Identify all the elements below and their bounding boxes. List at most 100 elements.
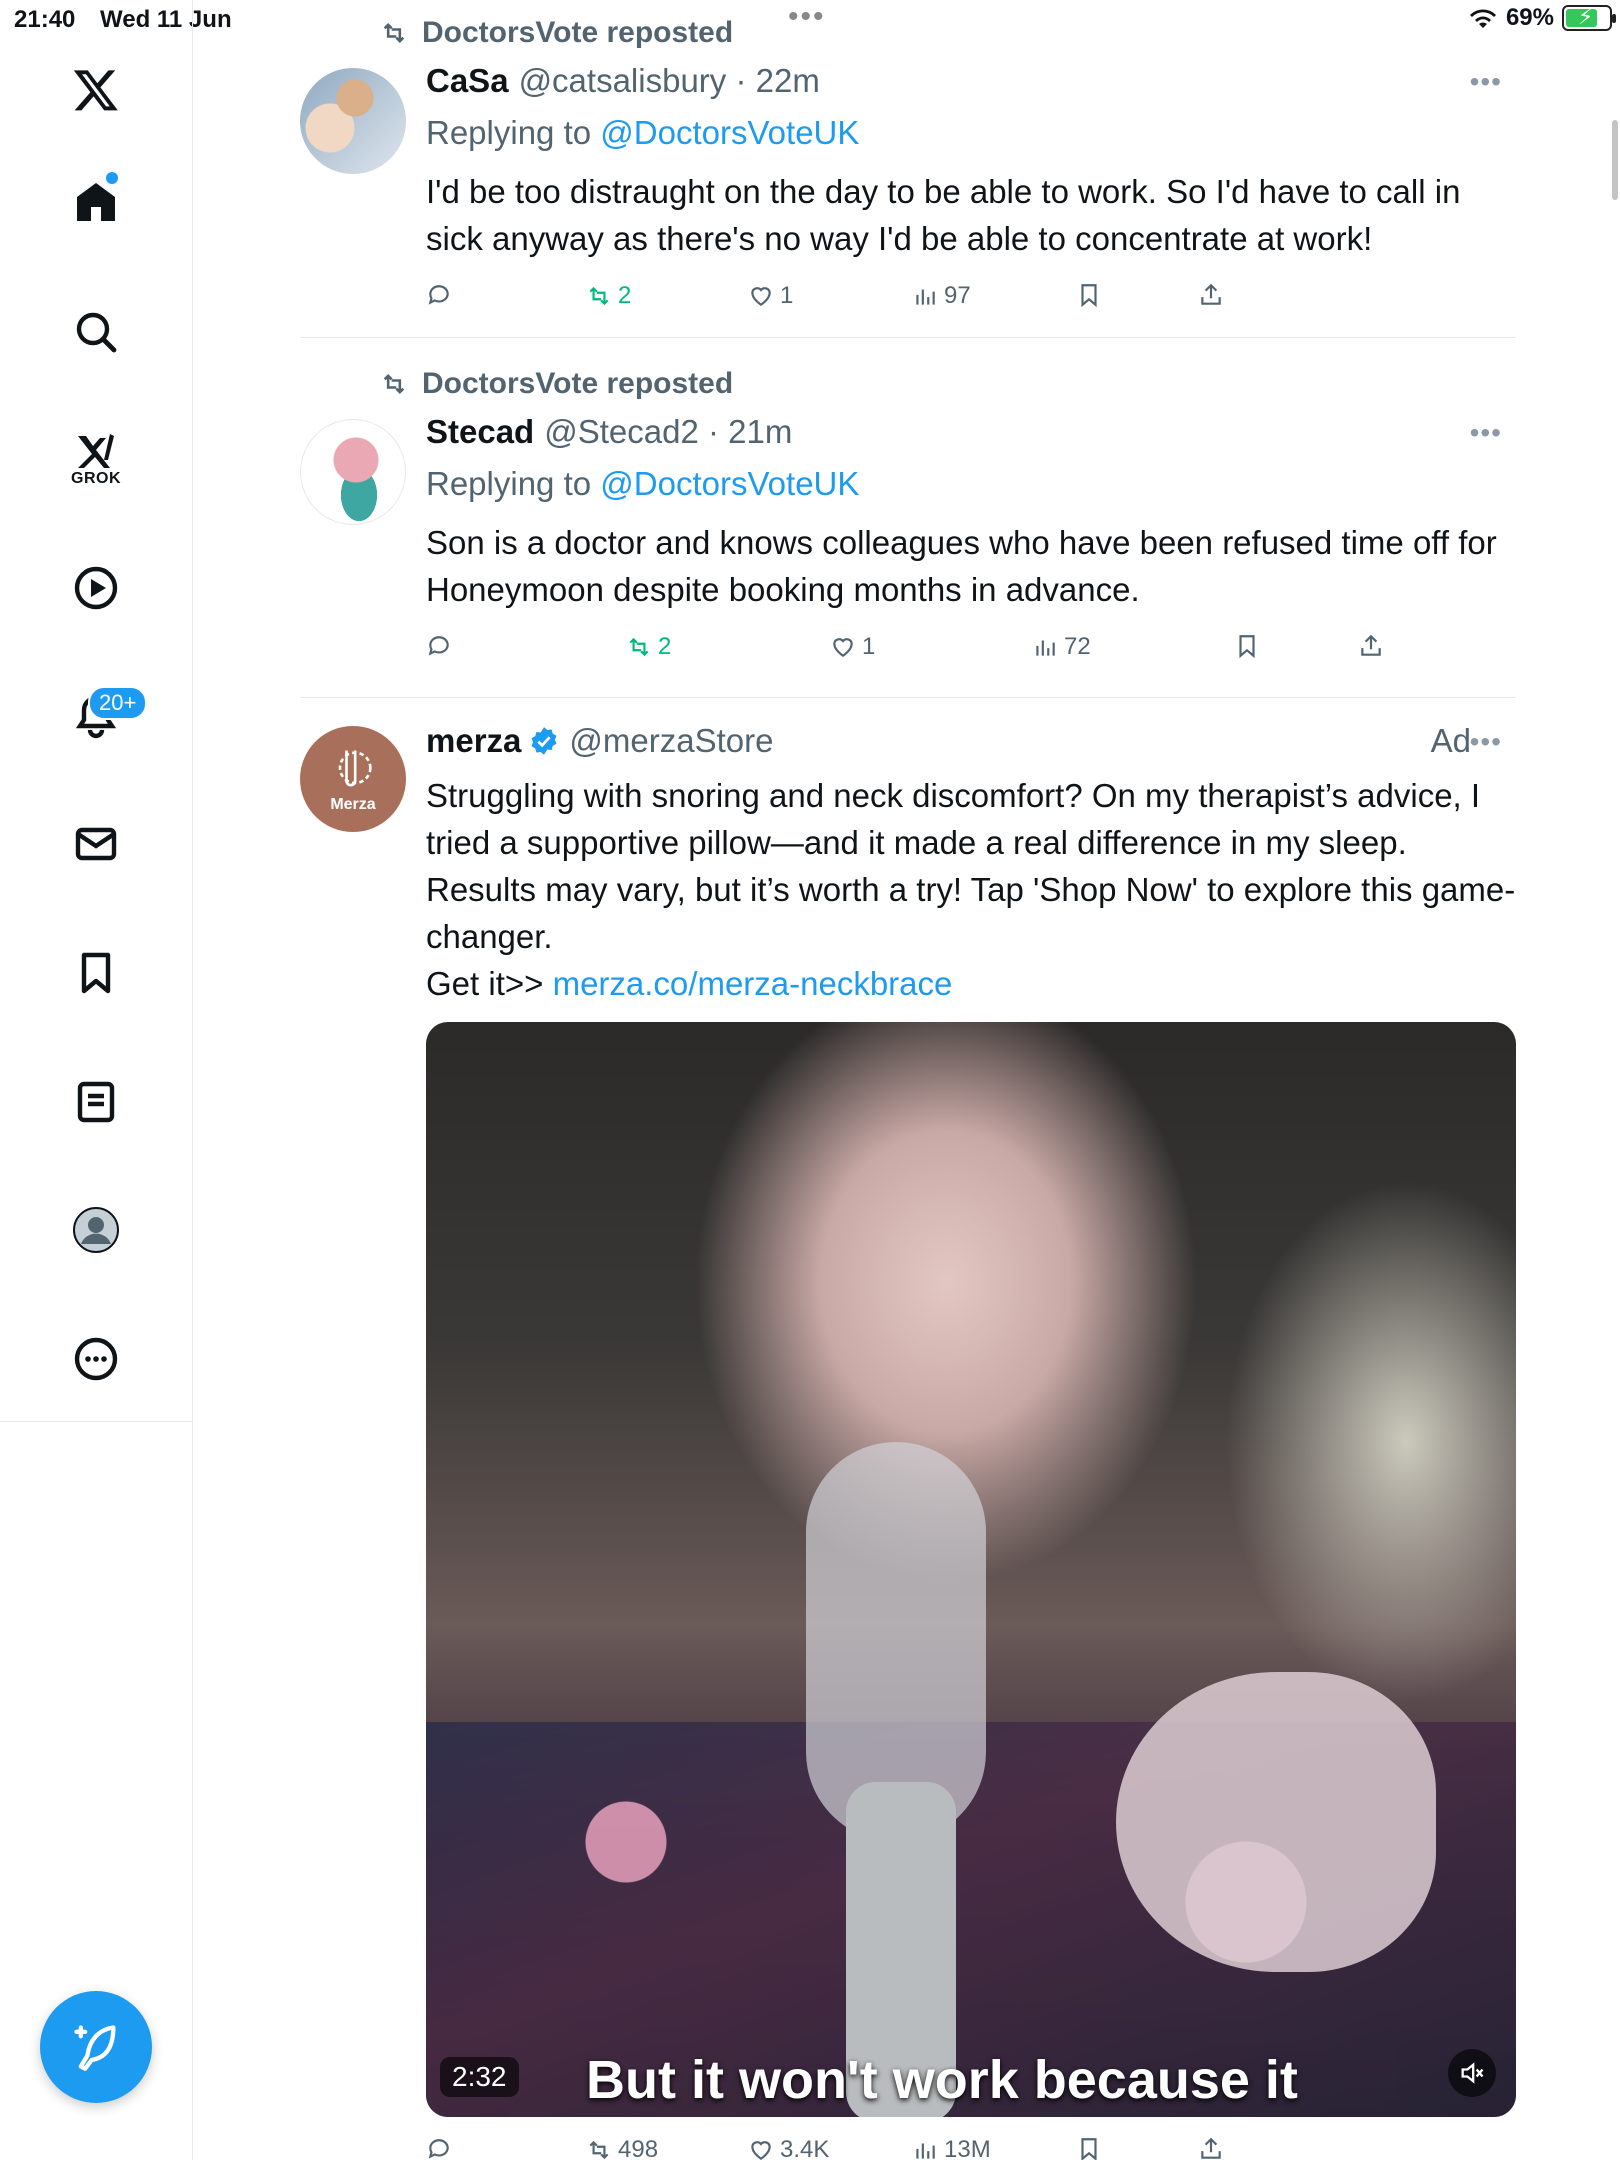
- post-actions: 2 1 72: [426, 633, 1406, 673]
- like-button[interactable]: 1: [830, 633, 875, 661]
- avatar-label: Merza: [330, 796, 376, 813]
- reply-mention-link[interactable]: @DoctorsVoteUK: [600, 114, 859, 151]
- wifi-icon: [1469, 9, 1496, 28]
- reply-button[interactable]: [426, 2136, 452, 2160]
- scrollbar[interactable]: [1612, 120, 1618, 200]
- profile-avatar-icon[interactable]: [66, 1200, 126, 1260]
- ad-video[interactable]: 2:32 But it won't work because it: [426, 1022, 1516, 2117]
- reply-icon: [428, 636, 449, 656]
- post-more-icon[interactable]: •••: [1470, 417, 1502, 449]
- reply-context: Replying to @DoctorsVoteUK: [426, 465, 859, 503]
- ad-text: Struggling with snoring and neck discomf…: [426, 772, 1516, 1007]
- video-play-icon[interactable]: [66, 558, 126, 618]
- views-count: 13M: [944, 2136, 991, 2160]
- views-chart-icon: [916, 2143, 935, 2159]
- author-name[interactable]: merza: [426, 722, 521, 760]
- x-logo-icon[interactable]: [66, 60, 126, 120]
- views-button[interactable]: 97: [912, 282, 971, 310]
- reply-button[interactable]: [426, 282, 452, 308]
- reply-context: Replying to @DoctorsVoteUK: [426, 114, 859, 152]
- multitasking-dots-icon[interactable]: •••: [788, 0, 826, 34]
- repost-button[interactable]: 2: [626, 633, 671, 661]
- repost-count: 2: [658, 633, 672, 660]
- mute-button[interactable]: [1448, 2049, 1496, 2097]
- bookmark-icon: [1081, 284, 1097, 308]
- bookmark-button[interactable]: [1076, 282, 1102, 308]
- battery-icon: ⚡: [1562, 4, 1616, 31]
- views-chart-icon: [916, 289, 935, 305]
- repost-button[interactable]: 2: [586, 282, 631, 310]
- repost-icon: [629, 637, 649, 657]
- post-text: I'd be too distraught on the day to be a…: [426, 173, 1461, 257]
- like-button[interactable]: 3.4K: [748, 2136, 829, 2160]
- repost-icon: [589, 286, 609, 306]
- home-unread-dot: [106, 172, 118, 184]
- heart-icon: [833, 638, 853, 657]
- views-button[interactable]: 72: [1032, 633, 1091, 661]
- like-button[interactable]: 1: [748, 282, 793, 310]
- post-divider: [300, 697, 1516, 698]
- bookmark-button[interactable]: [1076, 2136, 1102, 2160]
- share-button[interactable]: [1198, 2136, 1224, 2160]
- lists-icon[interactable]: [66, 1072, 126, 1132]
- post-actions: 498 3.4K 13M: [426, 2136, 1406, 2160]
- views-button[interactable]: 13M: [912, 2136, 991, 2160]
- compose-post-button[interactable]: [40, 1991, 152, 2103]
- video-caption: But it won't work because it: [586, 2050, 1298, 2110]
- author-name[interactable]: Stecad: [426, 413, 534, 451]
- video-frame-hand: [1116, 1672, 1436, 1972]
- merza-logo-icon: [338, 750, 372, 787]
- ad-link[interactable]: merza.co/merza-neckbrace: [553, 965, 953, 1002]
- avatar[interactable]: Merza: [300, 726, 406, 832]
- avatar[interactable]: [300, 68, 406, 174]
- share-icon: [1201, 283, 1221, 305]
- repost-count: 2: [618, 282, 632, 309]
- author-handle-time[interactable]: @catsalisbury · 22m: [519, 62, 820, 100]
- repost-label: DoctorsVote reposted: [422, 16, 734, 49]
- repost-icon: [589, 2140, 609, 2160]
- grok-label: GROK: [71, 470, 121, 487]
- author-name[interactable]: CaSa: [426, 62, 509, 100]
- repost-button[interactable]: 498: [586, 2136, 658, 2160]
- repost-indicator: DoctorsVote reposted: [378, 16, 733, 50]
- bookmark-button[interactable]: [1234, 633, 1260, 659]
- heart-icon: [751, 287, 771, 306]
- post-more-icon[interactable]: •••: [1470, 726, 1502, 758]
- author-handle-time[interactable]: @Stecad2 · 21m: [544, 413, 792, 451]
- more-options-icon[interactable]: [66, 1329, 126, 1389]
- messages-envelope-icon[interactable]: [66, 814, 126, 874]
- link-prefix: Get it>>: [426, 965, 544, 1002]
- reply-icon: [428, 285, 449, 305]
- post-more-icon[interactable]: •••: [1470, 66, 1502, 98]
- ad-label: Ad: [1430, 722, 1471, 759]
- reply-icon: [428, 2139, 449, 2159]
- ad-body: Struggling with snoring and neck discomf…: [426, 777, 1516, 955]
- reply-button[interactable]: [426, 633, 452, 659]
- views-count: 97: [944, 282, 971, 309]
- repost-icon: [383, 374, 405, 394]
- post-divider: [300, 337, 1516, 338]
- battery-percent: 69%: [1505, 4, 1554, 31]
- repost-label: DoctorsVote reposted: [422, 367, 734, 400]
- share-button[interactable]: [1198, 282, 1224, 308]
- share-icon: [1201, 2137, 1221, 2159]
- bookmarks-icon[interactable]: [66, 943, 126, 1003]
- sidebar: GROK 20+: [0, 0, 193, 2160]
- views-count: 72: [1064, 633, 1091, 660]
- verified-badge-icon: [531, 727, 557, 755]
- notifications-badge: 20+: [88, 686, 148, 720]
- share-button[interactable]: [1358, 633, 1384, 659]
- sidebar-divider: [0, 1421, 193, 1422]
- avatar[interactable]: [300, 419, 406, 525]
- grok-nav-item[interactable]: GROK: [66, 422, 126, 487]
- search-icon[interactable]: [66, 302, 126, 362]
- muted-speaker-icon: [1461, 2062, 1484, 2084]
- post-actions: 2 1 97: [426, 282, 1406, 322]
- author-handle[interactable]: @merzaStore: [569, 722, 773, 760]
- bookmark-icon: [1239, 635, 1255, 659]
- repost-indicator: DoctorsVote reposted: [378, 367, 733, 401]
- bookmark-icon: [1081, 2138, 1097, 2160]
- reply-mention-link[interactable]: @DoctorsVoteUK: [600, 465, 859, 502]
- reply-prefix: Replying to: [426, 465, 592, 502]
- status-bar: 21:40 Wed 11 Jun ••• 69% ⚡: [0, 0, 1620, 40]
